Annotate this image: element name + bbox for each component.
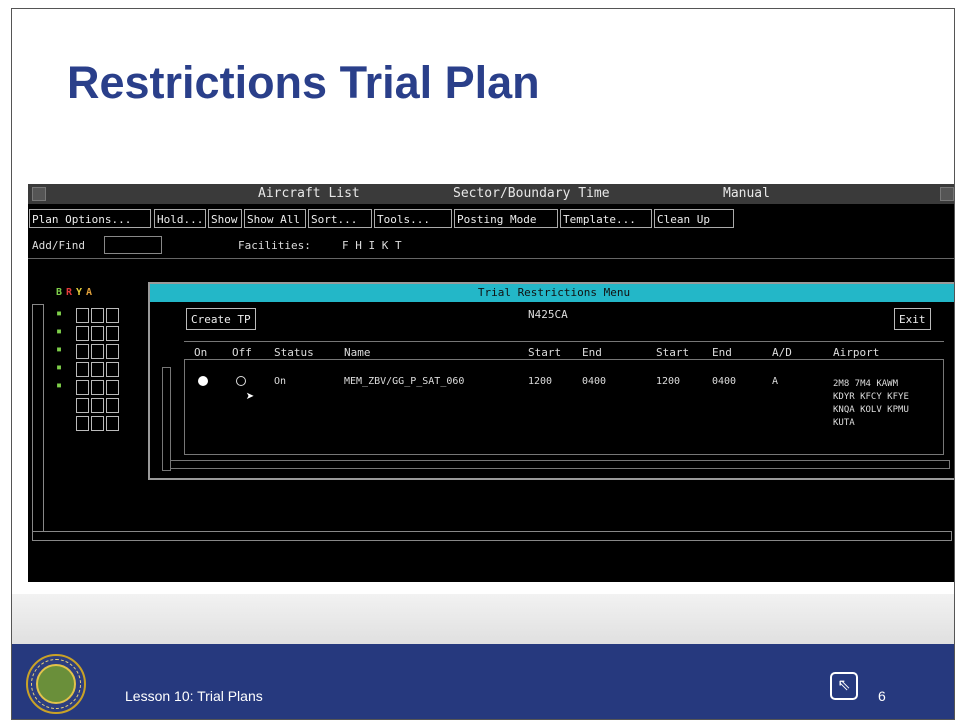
row-airports: 2M8 7M4 KAWM KDYR KFCY KFYE KNQA KOLV KP… <box>833 379 909 428</box>
exit-button[interactable]: Exit <box>894 308 931 330</box>
list-cells[interactable] <box>76 362 119 377</box>
posting-mode-button[interactable]: Posting Mode <box>454 209 558 228</box>
col-on: On <box>194 346 208 359</box>
addfind-input[interactable] <box>104 236 162 254</box>
window-resize-icon[interactable] <box>940 187 954 201</box>
col-end: End <box>582 346 602 359</box>
list-cells[interactable] <box>76 344 119 359</box>
dialog-title: Trial Restrictions Menu <box>150 284 954 302</box>
row-end-2: 0400 <box>712 376 737 387</box>
list-cells[interactable] <box>76 326 119 341</box>
plan-options-button[interactable]: Plan Options... <box>29 209 151 228</box>
col-ad: A/D <box>772 346 792 359</box>
addfind-label: Add/Find <box>32 239 85 252</box>
window-title: Aircraft List <box>258 186 360 201</box>
flag-a: A <box>86 287 93 298</box>
row-end: 0400 <box>582 376 607 387</box>
eram-window: Aircraft List Sector/Boundary Time Manua… <box>28 184 954 582</box>
col-start-2: Start <box>656 346 690 359</box>
show-button[interactable]: Show <box>208 209 242 228</box>
divider <box>184 341 944 342</box>
mouse-pointer-icon: ➤ <box>246 389 255 405</box>
lesson-label: Lesson 10: Trial Plans <box>125 688 263 704</box>
template-button[interactable]: Template... <box>560 209 652 228</box>
col-end-2: End <box>712 346 732 359</box>
sort-label: Sector/Boundary Time <box>453 186 610 201</box>
window-menu-icon[interactable] <box>32 187 46 201</box>
callsign: N425CA <box>528 308 568 321</box>
list-cells[interactable] <box>76 416 119 431</box>
flag-b: B <box>56 287 63 298</box>
row-status: On <box>274 376 287 387</box>
window-titlebar: Aircraft List Sector/Boundary Time Manua… <box>28 184 954 204</box>
on-radio[interactable] <box>198 376 208 386</box>
flag-icon: ▪ <box>56 362 63 373</box>
col-off: Off <box>232 346 252 359</box>
col-start: Start <box>528 346 562 359</box>
create-tp-button[interactable]: Create TP <box>186 308 256 330</box>
flag-y: Y <box>76 287 83 298</box>
col-status: Status <box>274 346 314 359</box>
toolbar: Plan Options... Hold... Show Show All So… <box>28 206 954 232</box>
tools-button[interactable]: Tools... <box>374 209 452 228</box>
list-cells[interactable] <box>76 380 119 395</box>
off-radio[interactable] <box>236 376 246 386</box>
flag-icon: ▪ <box>56 308 63 319</box>
row-start-2: 1200 <box>656 376 681 387</box>
list-cells[interactable] <box>76 398 119 413</box>
flag-r: R <box>66 287 73 298</box>
list-vscroll[interactable] <box>32 304 44 532</box>
flag-icon: ▪ <box>56 326 63 337</box>
footer: Lesson 10: Trial Plans ⇖ 6 <box>12 644 954 719</box>
divider <box>28 258 954 259</box>
show-all-button[interactable]: Show All <box>244 209 306 228</box>
row-name: MEM_ZBV/GG_P_SAT_060 <box>344 376 465 387</box>
row-ad: A <box>772 376 779 387</box>
slide: Restrictions Trial Plan Aircraft List Se… <box>11 8 955 720</box>
col-name: Name <box>344 346 371 359</box>
sort-button[interactable]: Sort... <box>308 209 372 228</box>
list-cells[interactable] <box>76 308 119 323</box>
cursor-click-icon: ⇖ <box>830 672 858 700</box>
flag-icon: ▪ <box>56 380 63 391</box>
mode-label: Manual <box>723 186 770 201</box>
dialog-hscroll[interactable] <box>170 460 950 469</box>
facilities-value: F H I K T <box>342 239 402 252</box>
restrictions-list <box>184 359 944 455</box>
footer-band <box>12 594 954 644</box>
page-title: Restrictions Trial Plan <box>67 57 540 108</box>
trial-restrictions-dialog: Trial Restrictions Menu Create TP N425CA… <box>148 282 954 480</box>
facilities-label: Facilities: <box>238 239 311 252</box>
hold-button[interactable]: Hold... <box>154 209 206 228</box>
flag-icon: ▪ <box>56 344 63 355</box>
row-start: 1200 <box>528 376 553 387</box>
page-number: 6 <box>878 688 886 704</box>
list-hscroll[interactable] <box>32 531 952 541</box>
dialog-vscroll[interactable] <box>162 367 171 471</box>
faa-seal-icon <box>26 654 86 714</box>
col-airport: Airport <box>833 346 880 359</box>
clean-up-button[interactable]: Clean Up <box>654 209 734 228</box>
